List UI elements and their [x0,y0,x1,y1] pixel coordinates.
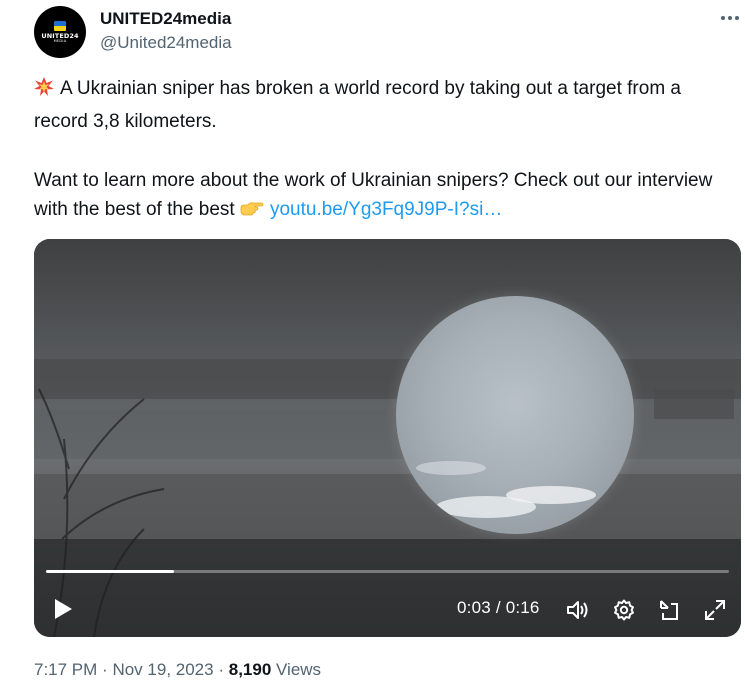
backhand-index-pointing-right-icon [240,198,264,228]
avatar-sub-text: MEDIA [53,39,67,43]
duration: 0:16 [505,598,540,617]
time-separator: / [495,598,501,617]
settings-icon[interactable] [611,597,637,623]
tweet-time[interactable]: 7:17 PM [34,660,97,679]
fullscreen-icon[interactable] [702,597,728,623]
tweet-line-1: A Ukrainian sniper has broken a world re… [34,78,681,132]
views-label: Views [276,660,322,679]
tweet-date[interactable]: Nov 19, 2023 [112,660,213,679]
avatar[interactable]: UNITED24 MEDIA [34,6,86,58]
more-options-icon[interactable] [718,8,742,28]
meta-separator: · [102,660,108,679]
author-display-name[interactable]: UNITED24media [100,9,231,29]
progress-bar[interactable] [46,570,729,573]
scope-view [396,296,634,534]
play-icon[interactable] [50,595,76,623]
author-handle[interactable]: @United24media [100,33,232,53]
progress-fill [46,570,175,573]
video-player[interactable]: 0:03 / 0:16 [34,239,741,637]
views-count: 8,190 [228,660,272,679]
tweet-link[interactable]: youtu.be/Yg3Fq9J9P-I?si… [270,199,502,220]
ukraine-flag-icon [54,20,66,31]
volume-icon[interactable] [565,597,591,623]
tweet-text: A Ukrainian sniper has broken a world re… [34,74,734,228]
video-frame [34,239,741,637]
meta-separator: · [218,660,224,679]
current-time: 0:03 [457,598,491,617]
tweet-meta: 7:17 PM · Nov 19, 2023 · 8,190 Views [34,660,321,680]
video-time: 0:03 / 0:16 [457,598,540,618]
pop-out-icon[interactable] [656,597,682,623]
collision-icon [34,77,54,107]
